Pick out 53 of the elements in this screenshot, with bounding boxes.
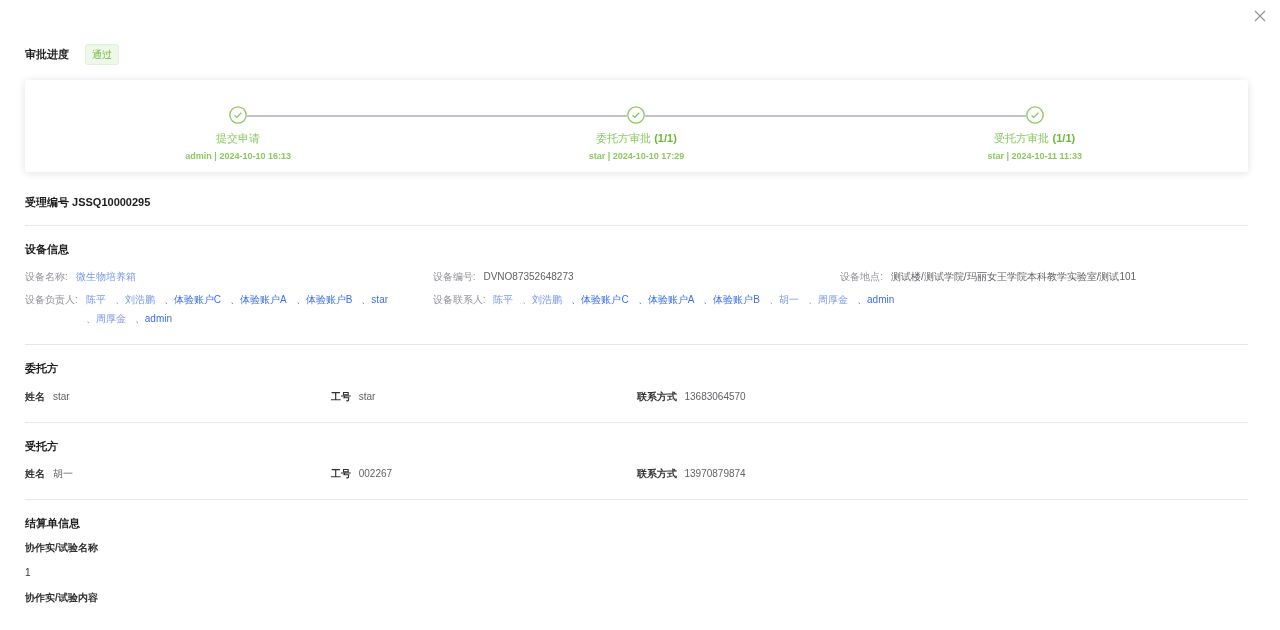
- field-label: 联系方式: [636, 467, 677, 481]
- field-value: 13970879874: [684, 467, 746, 481]
- field-label: 协作实/试验名称: [25, 540, 99, 555]
- field-label: 工号: [330, 389, 351, 404]
- section-title: 审批进度: [25, 47, 69, 63]
- field-value: 胡一: [53, 467, 73, 481]
- field-value: DVNO87352648273: [483, 270, 574, 284]
- field-label: 设备地点:: [840, 270, 884, 284]
- step-title: 委托方审批 (1/1): [596, 131, 677, 146]
- field-label: 工号: [330, 467, 351, 481]
- device-name-link[interactable]: 微生物培养箱: [75, 269, 136, 284]
- field-label: 设备联系人:: [432, 293, 486, 307]
- section-title: 受托方: [25, 438, 59, 454]
- person-link[interactable]: 陈平: [493, 292, 514, 307]
- field-value: 002267: [358, 467, 393, 481]
- section-title: 结算单信息: [25, 516, 81, 531]
- step-meta: admin | 2024-10-10 16:13: [185, 149, 291, 163]
- field-value: 13683064570: [684, 389, 746, 404]
- step-title: 受托方审批 (1/1): [994, 131, 1076, 146]
- person-link[interactable]: 、体验账户C: [163, 292, 221, 307]
- field-label: 协作实/试验内容: [25, 590, 99, 605]
- step-meta: star | 2024-10-11 11:33: [987, 149, 1083, 163]
- acceptance-number: 受理编号 JSSQ10000295: [25, 194, 1248, 226]
- person-link[interactable]: 陈平: [85, 292, 106, 307]
- person-link[interactable]: 、周厚金: [808, 292, 848, 307]
- field-label: 设备编号:: [432, 270, 476, 284]
- field-label: 设备名称:: [25, 270, 68, 284]
- person-link[interactable]: 、胡一: [769, 292, 799, 307]
- person-link[interactable]: 、体验账户B: [295, 292, 353, 307]
- field-label: 姓名: [25, 389, 45, 404]
- person-link[interactable]: 、体验账户B: [703, 292, 760, 307]
- step-meta: star | 2024-10-10 17:29: [588, 149, 685, 163]
- person-link[interactable]: 、admin: [134, 311, 173, 326]
- person-link[interactable]: 、体验账户A: [637, 292, 695, 307]
- section-title: 委托方: [25, 361, 59, 376]
- close-icon[interactable]: [1252, 8, 1268, 24]
- section-title: 设备信息: [25, 241, 70, 257]
- person-link[interactable]: 、周厚金: [85, 311, 126, 326]
- person-link[interactable]: 、体验账户C: [571, 292, 629, 307]
- field-label: 设备负责人:: [25, 293, 78, 307]
- field-label: 姓名: [25, 467, 45, 481]
- person-link[interactable]: 、star: [361, 292, 389, 307]
- person-link[interactable]: 、刘浩鹏: [114, 292, 155, 307]
- field-value: 1: [25, 565, 32, 580]
- person-link[interactable]: 、admin: [857, 292, 895, 307]
- field-value: star: [53, 389, 70, 404]
- field-label: 联系方式: [636, 389, 677, 404]
- status-badge: 通过: [85, 44, 119, 65]
- person-link[interactable]: 、刘浩鹏: [522, 292, 563, 307]
- step-title: 提交申请: [216, 131, 261, 146]
- field-value: 测试楼/测试学院/玛丽女王学院本科教学实验室/测试101: [891, 270, 1137, 284]
- person-link[interactable]: 、体验账户A: [230, 292, 287, 307]
- field-value: star: [358, 389, 376, 404]
